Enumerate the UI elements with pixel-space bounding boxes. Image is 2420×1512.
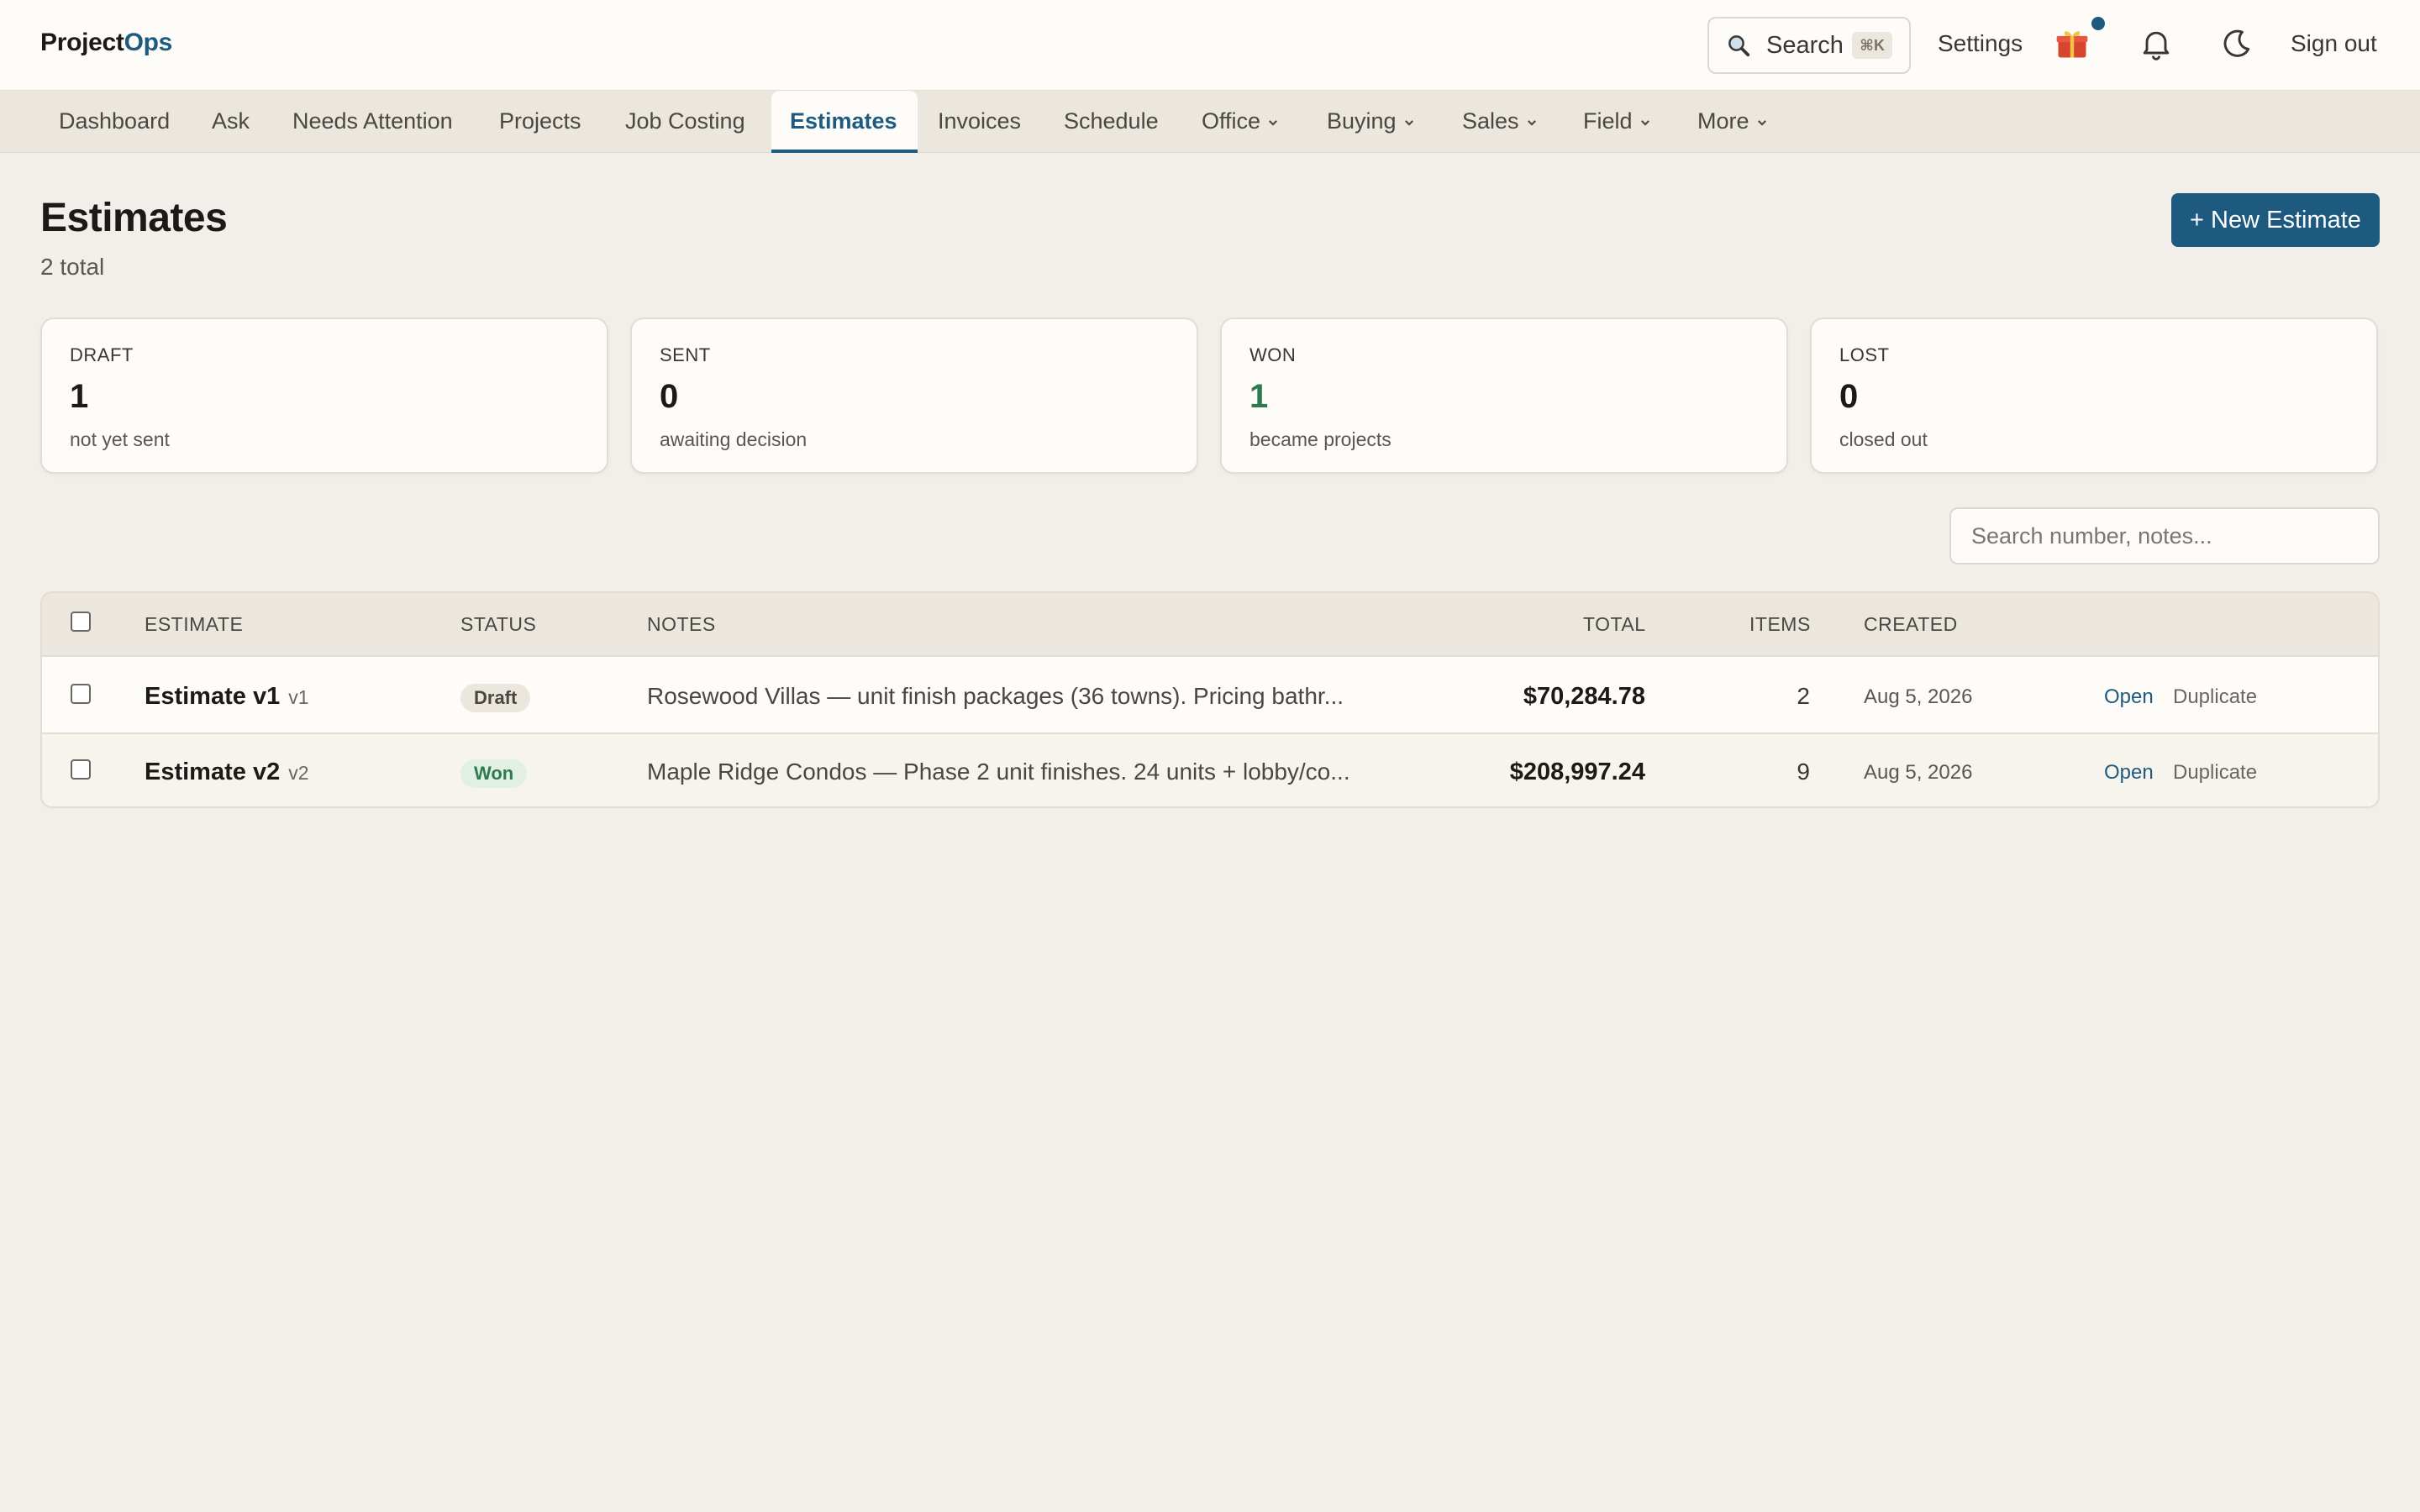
items-cell: 2	[1797, 683, 1810, 709]
created-cell: Aug 5, 2026	[1864, 761, 1973, 784]
table-row[interactable]: Estimate v2 v2 Won Maple Ridge Condos — P…	[42, 734, 2378, 806]
chevron-down-icon	[1267, 117, 1279, 129]
column-header-created[interactable]: CREATED	[1864, 613, 1958, 636]
row-checkbox[interactable]	[71, 684, 91, 704]
stat-value: 1	[70, 378, 89, 415]
nav-label: Job Costing	[625, 108, 745, 134]
stat-card-lost[interactable]: LOST 0 closed out	[1810, 318, 2378, 474]
nav-label: More	[1697, 108, 1749, 134]
nav-needs-attention[interactable]: Needs Attention	[274, 91, 471, 153]
estimate-name-cell[interactable]: Estimate v2 v2	[145, 759, 309, 786]
stat-desc: became projects	[1249, 428, 1392, 450]
nav-office-menu[interactable]: Office	[1183, 91, 1297, 153]
nav-dashboard[interactable]: Dashboard	[40, 91, 188, 153]
nav-label: Ask	[212, 108, 250, 134]
stat-card-sent[interactable]: SENT 0 awaiting decision	[630, 318, 1198, 474]
main-nav: Dashboard Ask Needs Attention Projects J…	[0, 91, 2420, 153]
nav-label: Field	[1583, 108, 1633, 134]
stat-key: DRAFT	[70, 344, 134, 365]
top-header: ProjectOps Search ⌘K Settings Sign out	[0, 0, 2420, 91]
column-header-notes[interactable]: NOTES	[647, 613, 716, 636]
duplicate-link[interactable]: Duplicate	[2173, 685, 2257, 709]
open-link[interactable]: Open	[2104, 761, 2154, 785]
stat-key: SENT	[660, 344, 711, 365]
chevron-down-icon	[1756, 117, 1768, 129]
page-title: Estimates	[40, 196, 228, 240]
items-cell: 9	[1797, 759, 1810, 785]
nav-more-menu[interactable]: More	[1679, 91, 1786, 153]
nav-label: Buying	[1327, 108, 1397, 134]
nav-schedule[interactable]: Schedule	[1045, 91, 1177, 153]
nav-estimates[interactable]: Estimates	[771, 91, 918, 153]
stat-desc: awaiting decision	[660, 428, 808, 450]
nav-label: Needs Attention	[292, 108, 453, 134]
nav-sales-menu[interactable]: Sales	[1444, 91, 1556, 153]
stat-desc: not yet sent	[70, 428, 170, 450]
column-header-status[interactable]: STATUS	[460, 613, 536, 636]
status-badge: Won	[460, 759, 528, 788]
estimate-name: Estimate v2	[145, 759, 281, 785]
search-button-label: Search	[1766, 31, 1844, 59]
nav-buying-menu[interactable]: Buying	[1308, 91, 1434, 153]
total-cell: $70,284.78	[1523, 683, 1645, 710]
created-cell: Aug 5, 2026	[1864, 685, 1973, 708]
chevron-down-icon	[1639, 117, 1651, 129]
stat-value: 0	[1839, 378, 1859, 415]
estimates-table: ESTIMATE STATUS NOTES TOTAL ITEMS CREATE…	[40, 591, 2380, 808]
new-estimate-button[interactable]: + New Estimate	[2171, 193, 2380, 247]
settings-link[interactable]: Settings	[1938, 30, 2023, 57]
stat-key: LOST	[1839, 344, 1890, 365]
column-header-total[interactable]: TOTAL	[1583, 613, 1646, 636]
moon-icon[interactable]	[2218, 25, 2255, 62]
estimate-name: Estimate v1	[145, 683, 281, 710]
estimate-search-input[interactable]	[1949, 507, 2380, 564]
nav-label: Sales	[1462, 108, 1519, 134]
table-header: ESTIMATE STATUS NOTES TOTAL ITEMS CREATE…	[42, 593, 2378, 657]
estimate-name-cell[interactable]: Estimate v1 v1	[145, 683, 309, 711]
notes-cell: Rosewood Villas — unit finish packages (…	[647, 683, 1344, 709]
stat-value: 0	[660, 378, 679, 415]
duplicate-link[interactable]: Duplicate	[2173, 761, 2257, 785]
nav-job-costing[interactable]: Job Costing	[607, 91, 764, 153]
estimate-version: v1	[288, 686, 309, 708]
nav-label: Invoices	[938, 108, 1022, 134]
nav-label: Schedule	[1064, 108, 1159, 134]
notes-cell: Maple Ridge Condos — Phase 2 unit finish…	[647, 759, 1350, 785]
nav-ask[interactable]: Ask	[193, 91, 268, 153]
stat-desc: closed out	[1839, 428, 1928, 450]
sign-out-link[interactable]: Sign out	[2291, 30, 2377, 57]
nav-label: Estimates	[790, 108, 897, 134]
nav-projects[interactable]: Projects	[481, 91, 600, 153]
gift-icon[interactable]	[2054, 25, 2091, 62]
nav-invoices[interactable]: Invoices	[919, 91, 1039, 153]
open-link[interactable]: Open	[2104, 685, 2154, 709]
stat-value: 1	[1249, 378, 1269, 415]
table-row[interactable]: Estimate v1 v1 Draft Rosewood Villas — un…	[42, 659, 2378, 734]
select-all-checkbox[interactable]	[71, 612, 91, 632]
global-search-button[interactable]: Search ⌘K	[1707, 17, 1911, 74]
column-header-estimate[interactable]: ESTIMATE	[145, 613, 243, 636]
search-icon	[1726, 33, 1751, 58]
page-subtitle: 2 total	[40, 254, 105, 280]
status-badge: Draft	[460, 684, 531, 712]
brand-part-1: Project	[40, 29, 124, 56]
chevron-down-icon	[1526, 117, 1538, 129]
stat-card-won[interactable]: WON 1 became projects	[1220, 318, 1788, 474]
nav-field-menu[interactable]: Field	[1565, 91, 1670, 153]
brand-logo[interactable]: ProjectOps	[40, 29, 172, 57]
bell-icon[interactable]	[2138, 25, 2175, 62]
column-header-items[interactable]: ITEMS	[1749, 613, 1811, 636]
estimate-version: v2	[288, 762, 309, 784]
search-shortcut-badge: ⌘K	[1852, 32, 1892, 59]
notification-dot	[2089, 14, 2107, 33]
stat-key: WON	[1249, 344, 1297, 365]
nav-label: Projects	[499, 108, 581, 134]
chevron-down-icon	[1403, 117, 1415, 129]
stat-card-draft[interactable]: DRAFT 1 not yet sent	[40, 318, 608, 474]
nav-label: Dashboard	[59, 108, 171, 134]
row-checkbox[interactable]	[71, 759, 91, 780]
total-cell: $208,997.24	[1509, 759, 1645, 785]
nav-label: Office	[1202, 108, 1261, 134]
brand-part-2: Ops	[124, 29, 173, 56]
